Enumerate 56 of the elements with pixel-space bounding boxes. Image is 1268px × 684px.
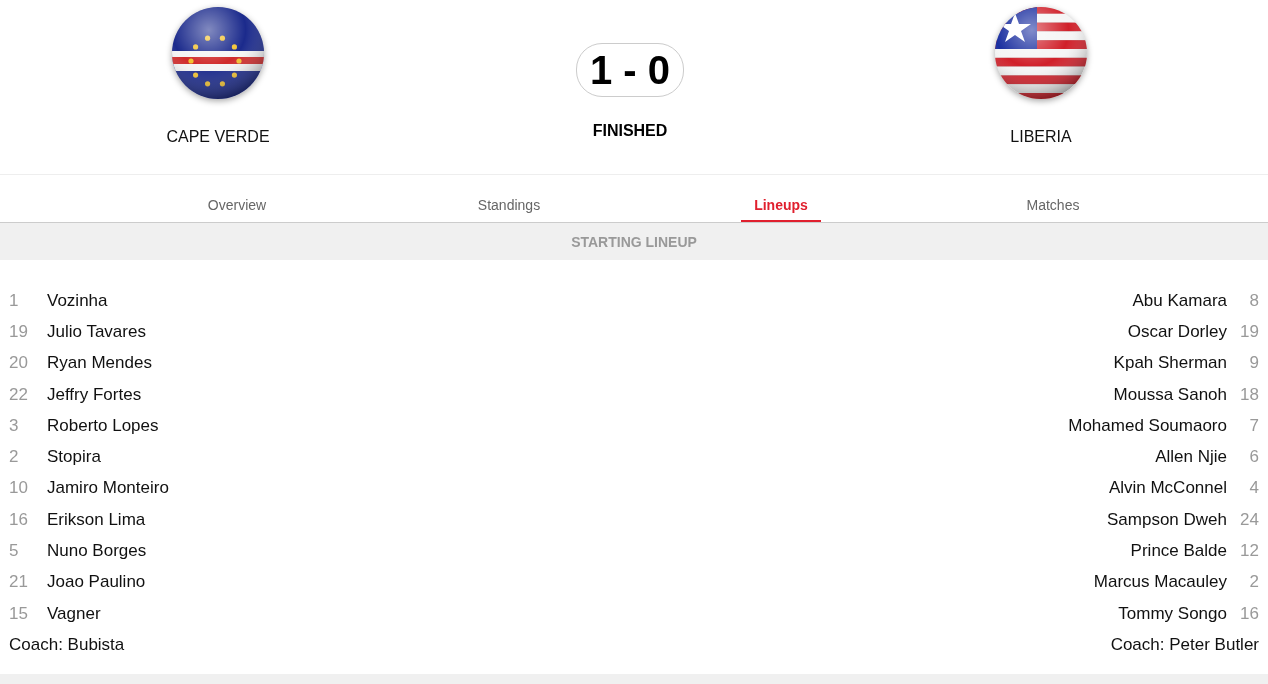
flag-icon <box>993 5 1089 101</box>
player-name: Tommy Songo <box>1118 603 1227 624</box>
match-status: FINISHED <box>592 122 668 140</box>
shirt-number: 12 <box>1239 541 1259 561</box>
shirt-number: 16 <box>1239 603 1259 624</box>
shirt-number: 18 <box>1239 384 1259 405</box>
shirt-number: 9 <box>1248 353 1259 374</box>
shirt-number: 24 <box>1239 509 1259 530</box>
shirt-number: 2 <box>9 447 20 468</box>
tab[interactable]: Standings <box>464 197 554 222</box>
shirt-number: 6 <box>1248 447 1259 468</box>
player-name: Mohamed Soumaoro <box>1068 415 1227 436</box>
shirt-number: 8 <box>1248 290 1259 311</box>
player-name: Stopira <box>47 447 101 468</box>
shirt-number: 21 <box>9 572 29 593</box>
player-name: Oscar Dorley <box>1127 321 1227 342</box>
player-name: Vozinha <box>47 290 108 311</box>
tab[interactable]: Overview <box>194 197 280 222</box>
player-name: Erikson Lima <box>47 509 146 530</box>
flag-icon <box>170 5 266 101</box>
player-name: Nuno Borges <box>47 541 147 561</box>
shirt-number: 16 <box>9 509 29 530</box>
player-name: Jeffry Fortes <box>47 384 142 405</box>
player-name: Alvin McConnel <box>1108 478 1227 499</box>
coach-name: Coach: Peter Butler <box>1110 634 1259 655</box>
player-name: Kpah Sherman <box>1113 353 1227 374</box>
section-header: STARTING LINEUP <box>0 223 1268 260</box>
shirt-number: 20 <box>9 353 29 374</box>
player-name: Jamiro Monteiro <box>47 478 169 499</box>
player-name: Vagner <box>47 603 101 624</box>
shirt-number: 4 <box>1248 478 1259 499</box>
shirt-number: 3 <box>9 415 20 436</box>
player-name: Marcus Macauley <box>1093 572 1227 593</box>
team-name: CAPE VERDE <box>166 128 270 146</box>
player-name: Moussa Sanoh <box>1113 384 1227 405</box>
shirt-number: 10 <box>9 478 29 499</box>
player-name: Allen Njie <box>1155 447 1227 468</box>
shirt-number: 1 <box>9 290 20 311</box>
player-name: Ryan Mendes <box>47 353 152 374</box>
tab[interactable]: Matches <box>1013 197 1093 222</box>
shirt-number: 7 <box>1248 415 1259 436</box>
shirt-number: 19 <box>9 321 29 342</box>
player-name: Prince Balde <box>1130 541 1227 561</box>
shirt-number: 15 <box>9 603 29 624</box>
shirt-number: 2 <box>1248 572 1259 593</box>
shirt-number: 19 <box>1239 321 1259 342</box>
player-name: Abu Kamara <box>1132 290 1227 311</box>
player-name: Joao Paulino <box>47 572 146 593</box>
player-name: Roberto Lopes <box>47 415 159 436</box>
score-badge: 1 - 0 <box>575 43 684 97</box>
shirt-number: 5 <box>9 541 20 561</box>
player-name: Sampson Dweh <box>1107 509 1227 530</box>
team-name: LIBERIA <box>1010 128 1072 146</box>
shirt-number: 22 <box>9 384 29 405</box>
player-name: Julio Tavares <box>47 321 146 342</box>
coach-name: Coach: Bubista <box>9 634 125 655</box>
